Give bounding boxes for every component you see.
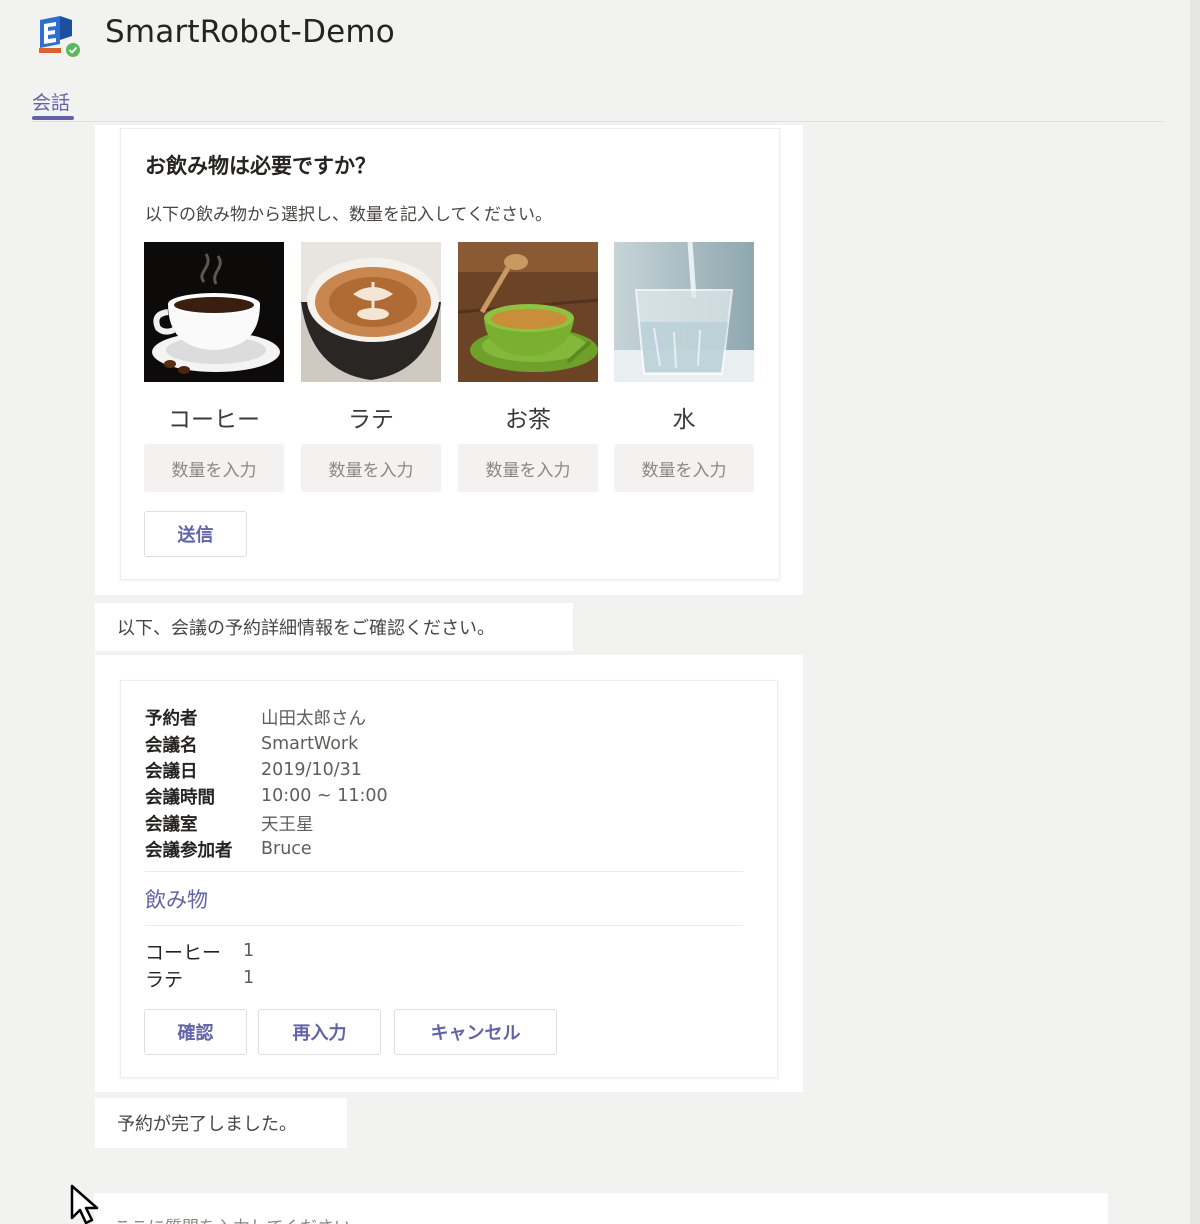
smartrobot-logo-icon <box>39 16 80 57</box>
drink-option-water: 水 数量を入力 <box>614 242 754 492</box>
detail-label: 会議室 <box>145 814 198 835</box>
detail-value: 山田太郎さん <box>261 708 366 729</box>
quantity-input-water[interactable]: 数量を入力 <box>614 444 754 492</box>
app-title: SmartRobot-Demo <box>105 14 395 50</box>
quantity-input-coffee[interactable]: 数量を入力 <box>144 444 284 492</box>
water-image <box>614 242 754 382</box>
ordered-drink-qty: 1 <box>243 941 255 961</box>
detail-label: 会議日 <box>145 761 198 782</box>
tea-image <box>458 242 598 382</box>
app-header: SmartRobot-Demo <box>0 0 1200 70</box>
detail-label: 会議参加者 <box>145 840 233 861</box>
compose-input[interactable]: ここに質問を入力してください <box>94 1193 1108 1224</box>
window-edge <box>1190 0 1200 1224</box>
detail-value: 天王星 <box>261 814 314 835</box>
ordered-row-coffee: コーヒー 1 <box>145 938 254 964</box>
detail-row-participants: 会議参加者 Bruce <box>145 836 312 862</box>
detail-label: 会議時間 <box>145 787 215 808</box>
detail-row-meeting-name: 会議名 SmartWork <box>145 731 358 757</box>
cancel-button[interactable]: キャンセル <box>394 1009 557 1055</box>
tab-active-indicator <box>32 116 74 120</box>
drink-name-coffee: コーヒー <box>168 407 260 433</box>
drinks-heading: 飲み物 <box>145 888 208 912</box>
bot-message-done: 予約が完了しました。 <box>95 1098 347 1148</box>
drink-name-water: 水 <box>672 407 696 433</box>
drink-option-coffee: コーヒー 数量を入力 <box>144 242 284 492</box>
tab-conversation[interactable]: 会話 <box>32 88 70 115</box>
section-divider <box>145 925 743 926</box>
coffee-image <box>144 242 284 382</box>
detail-row-booker: 予約者 山田太郎さん <box>145 704 366 730</box>
header-divider <box>32 121 1164 122</box>
latte-image <box>301 242 441 382</box>
section-divider <box>145 871 743 872</box>
drink-question-subtitle: 以下の飲み物から選択し、数量を記入してください。 <box>145 205 552 225</box>
ordered-drink-name: コーヒー <box>145 941 222 964</box>
detail-value: SmartWork <box>261 734 359 754</box>
submit-button[interactable]: 送信 <box>144 511 247 557</box>
quantity-input-tea[interactable]: 数量を入力 <box>458 444 598 492</box>
drink-question-title: お飲み物は必要ですか？ <box>145 154 376 178</box>
reenter-button[interactable]: 再入力 <box>258 1009 381 1055</box>
ordered-row-latte: ラテ 1 <box>145 965 254 991</box>
detail-value: Bruce <box>261 839 312 859</box>
detail-label: 会議名 <box>145 735 198 756</box>
detail-row-meeting-room: 会議室 天王星 <box>145 810 314 836</box>
bot-message-confirm-prompt: 以下、会議の予約詳細情報をご確認ください。 <box>95 603 573 651</box>
quantity-input-latte[interactable]: 数量を入力 <box>301 444 441 492</box>
detail-value: 2019/10/31 <box>261 760 362 780</box>
drink-name-tea: お茶 <box>505 407 551 433</box>
ordered-drink-qty: 1 <box>243 968 255 988</box>
mouse-cursor-icon <box>70 1184 99 1224</box>
detail-label: 予約者 <box>145 708 198 729</box>
detail-value: 10:00 ~ 11:00 <box>261 786 388 806</box>
detail-row-meeting-time: 会議時間 10:00 ~ 11:00 <box>145 783 388 809</box>
detail-row-meeting-date: 会議日 2019/10/31 <box>145 757 362 783</box>
confirm-button[interactable]: 確認 <box>144 1009 247 1055</box>
drink-option-latte: ラテ 数量を入力 <box>301 242 441 492</box>
drink-name-latte: ラテ <box>348 407 394 433</box>
ordered-drink-name: ラテ <box>145 968 184 991</box>
drink-option-tea: お茶 数量を入力 <box>458 242 598 492</box>
